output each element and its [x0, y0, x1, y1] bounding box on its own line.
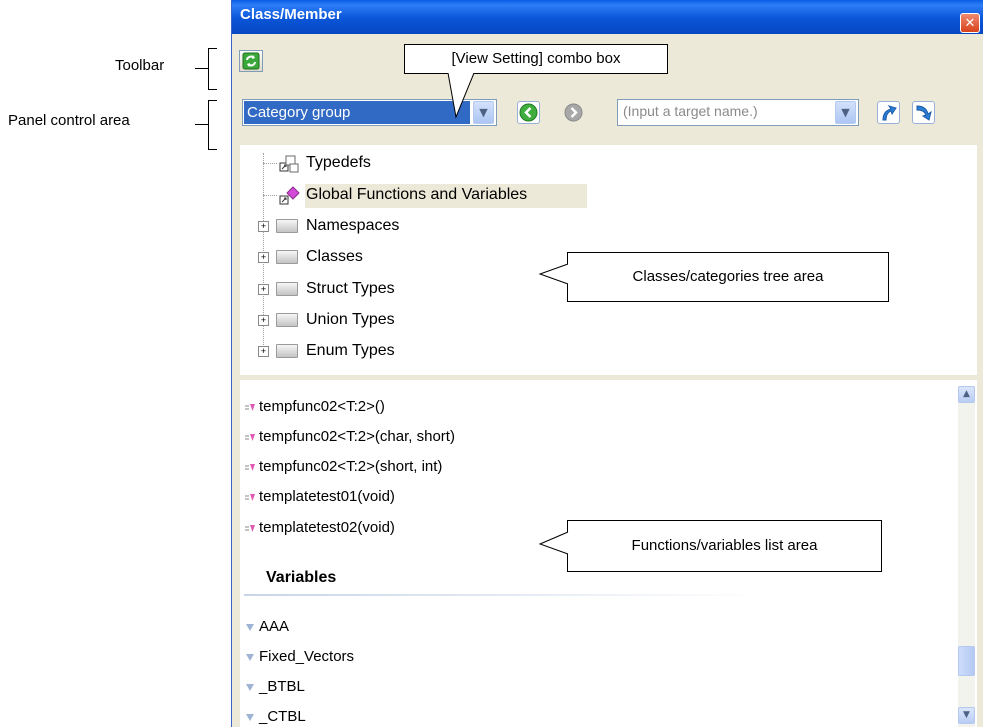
folder-icon [276, 344, 298, 358]
go-down-button[interactable] [912, 101, 935, 124]
forward-arrow-icon [564, 103, 583, 122]
tree-area-callout: Classes/categories tree area [567, 252, 889, 302]
scroll-thumb[interactable] [958, 646, 975, 676]
list-item-label: _CTBL [259, 708, 306, 725]
close-button[interactable]: ✕ [960, 13, 980, 33]
toolbar-bracket [208, 48, 217, 90]
tree-node-label: Global Functions and Variables [306, 186, 528, 203]
list-item-label: _BTBL [259, 678, 305, 695]
vertical-scrollbar[interactable]: ▲ ▼ [958, 386, 975, 727]
variable-icon [246, 624, 254, 631]
tree-node-namespaces[interactable]: + Namespaces [258, 215, 478, 239]
target-name-combo[interactable]: (Input a target name.) ▼ [617, 99, 859, 126]
refresh-button[interactable] [239, 50, 263, 72]
up-arrow-icon [882, 105, 897, 121]
tree-node-label: Enum Types [306, 342, 395, 359]
list-item-label: tempfunc02<T:2>(char, short) [259, 428, 455, 445]
panel-control-area: Category group ▼ (Input a target name.) … [232, 87, 983, 145]
toolbar-leader [195, 68, 208, 69]
panel-control-bracket [208, 100, 217, 150]
expand-plus-icon[interactable]: + [258, 252, 269, 263]
expand-plus-icon[interactable]: + [258, 346, 269, 357]
function-icon [245, 464, 255, 471]
list-item[interactable]: _BTBL [240, 678, 440, 700]
list-item[interactable]: _CTBL [240, 708, 440, 727]
variable-icon [246, 714, 254, 721]
view-setting-value: Category group [244, 101, 470, 124]
window-title: Class/Member [240, 6, 342, 23]
list-item[interactable]: Fixed_Vectors [240, 648, 440, 670]
tree-node-label: Union Types [306, 311, 395, 328]
function-icon [245, 404, 255, 411]
tree-node-label: Classes [306, 248, 363, 265]
forward-button[interactable] [562, 101, 585, 124]
list-item-label: templatetest02(void) [259, 519, 395, 536]
chevron-down-icon: ▼ [963, 710, 970, 720]
target-name-dropdown-button[interactable]: ▼ [835, 101, 856, 124]
folder-icon [276, 313, 298, 327]
go-up-button[interactable] [877, 101, 900, 124]
toolbar-annotation: Toolbar [115, 57, 165, 74]
scroll-up-button[interactable]: ▲ [958, 386, 975, 403]
tree-guide-line [263, 163, 277, 164]
folder-icon [276, 250, 298, 264]
folder-icon [276, 282, 298, 296]
section-divider [244, 594, 764, 596]
list-item[interactable]: templatetest02(void) [240, 519, 540, 541]
function-icon [245, 494, 255, 501]
list-item-label: AAA [259, 618, 290, 635]
tree-guide-line [263, 195, 277, 196]
tree-node-global[interactable]: Global Functions and Variables [278, 184, 598, 208]
view-setting-callout-pointer [447, 73, 475, 119]
tree-node-classes[interactable]: + Classes [258, 246, 478, 270]
function-icon [245, 525, 255, 532]
expand-plus-icon[interactable]: + [258, 315, 269, 326]
panel-control-leader [195, 124, 208, 125]
back-arrow-icon [519, 103, 538, 122]
chevron-up-icon: ▲ [963, 389, 970, 399]
variable-icon [246, 654, 254, 661]
list-item-label: tempfunc02<T:2>() [259, 398, 385, 415]
tree-node-label: Typedefs [306, 154, 371, 171]
class-member-window: Class/Member ✕ Category group ▼ (Input a… [231, 0, 983, 727]
list-item[interactable]: tempfunc02<T:2>(char, short) [240, 428, 580, 450]
scroll-down-button[interactable]: ▼ [958, 707, 975, 724]
tree-node-union-types[interactable]: + Union Types [258, 309, 478, 333]
tree-node-typedefs[interactable]: Typedefs [278, 152, 478, 176]
list-area-callout: Functions/variables list area [567, 520, 882, 572]
target-name-placeholder: (Input a target name.) [623, 103, 758, 119]
tree-node-enum-types[interactable]: + Enum Types [258, 340, 478, 364]
list-item[interactable]: AAA [240, 618, 440, 640]
panel-control-annotation: Panel control area [8, 112, 130, 129]
typedef-icon [279, 155, 299, 173]
list-item[interactable]: templatetest01(void) [240, 488, 540, 510]
folder-icon [276, 219, 298, 233]
list-item[interactable]: tempfunc02<T:2>() [240, 398, 540, 420]
tree-area-callout-pointer [538, 263, 569, 285]
variables-heading: Variables [266, 569, 337, 586]
variable-icon [246, 684, 254, 691]
list-item-label: templatetest01(void) [259, 488, 395, 505]
function-icon [245, 434, 255, 441]
tree-node-struct-types[interactable]: + Struct Types [258, 278, 478, 302]
list-item-label: Fixed_Vectors [259, 648, 355, 665]
back-button[interactable] [517, 101, 540, 124]
global-functions-icon [279, 186, 300, 205]
chevron-down-icon: ▼ [841, 106, 850, 119]
list-item[interactable]: tempfunc02<T:2>(short, int) [240, 458, 580, 480]
title-bar[interactable]: Class/Member ✕ [232, 0, 983, 34]
expand-plus-icon[interactable]: + [258, 284, 269, 295]
list-item-label: tempfunc02<T:2>(short, int) [259, 458, 443, 475]
down-arrow-icon [916, 105, 932, 121]
view-setting-callout: [View Setting] combo box [404, 44, 668, 74]
tree-node-label: Namespaces [306, 217, 400, 234]
list-area-callout-pointer [538, 531, 569, 555]
tree-node-label: Struct Types [306, 280, 395, 297]
expand-plus-icon[interactable]: + [258, 221, 269, 232]
refresh-icon [242, 52, 260, 70]
